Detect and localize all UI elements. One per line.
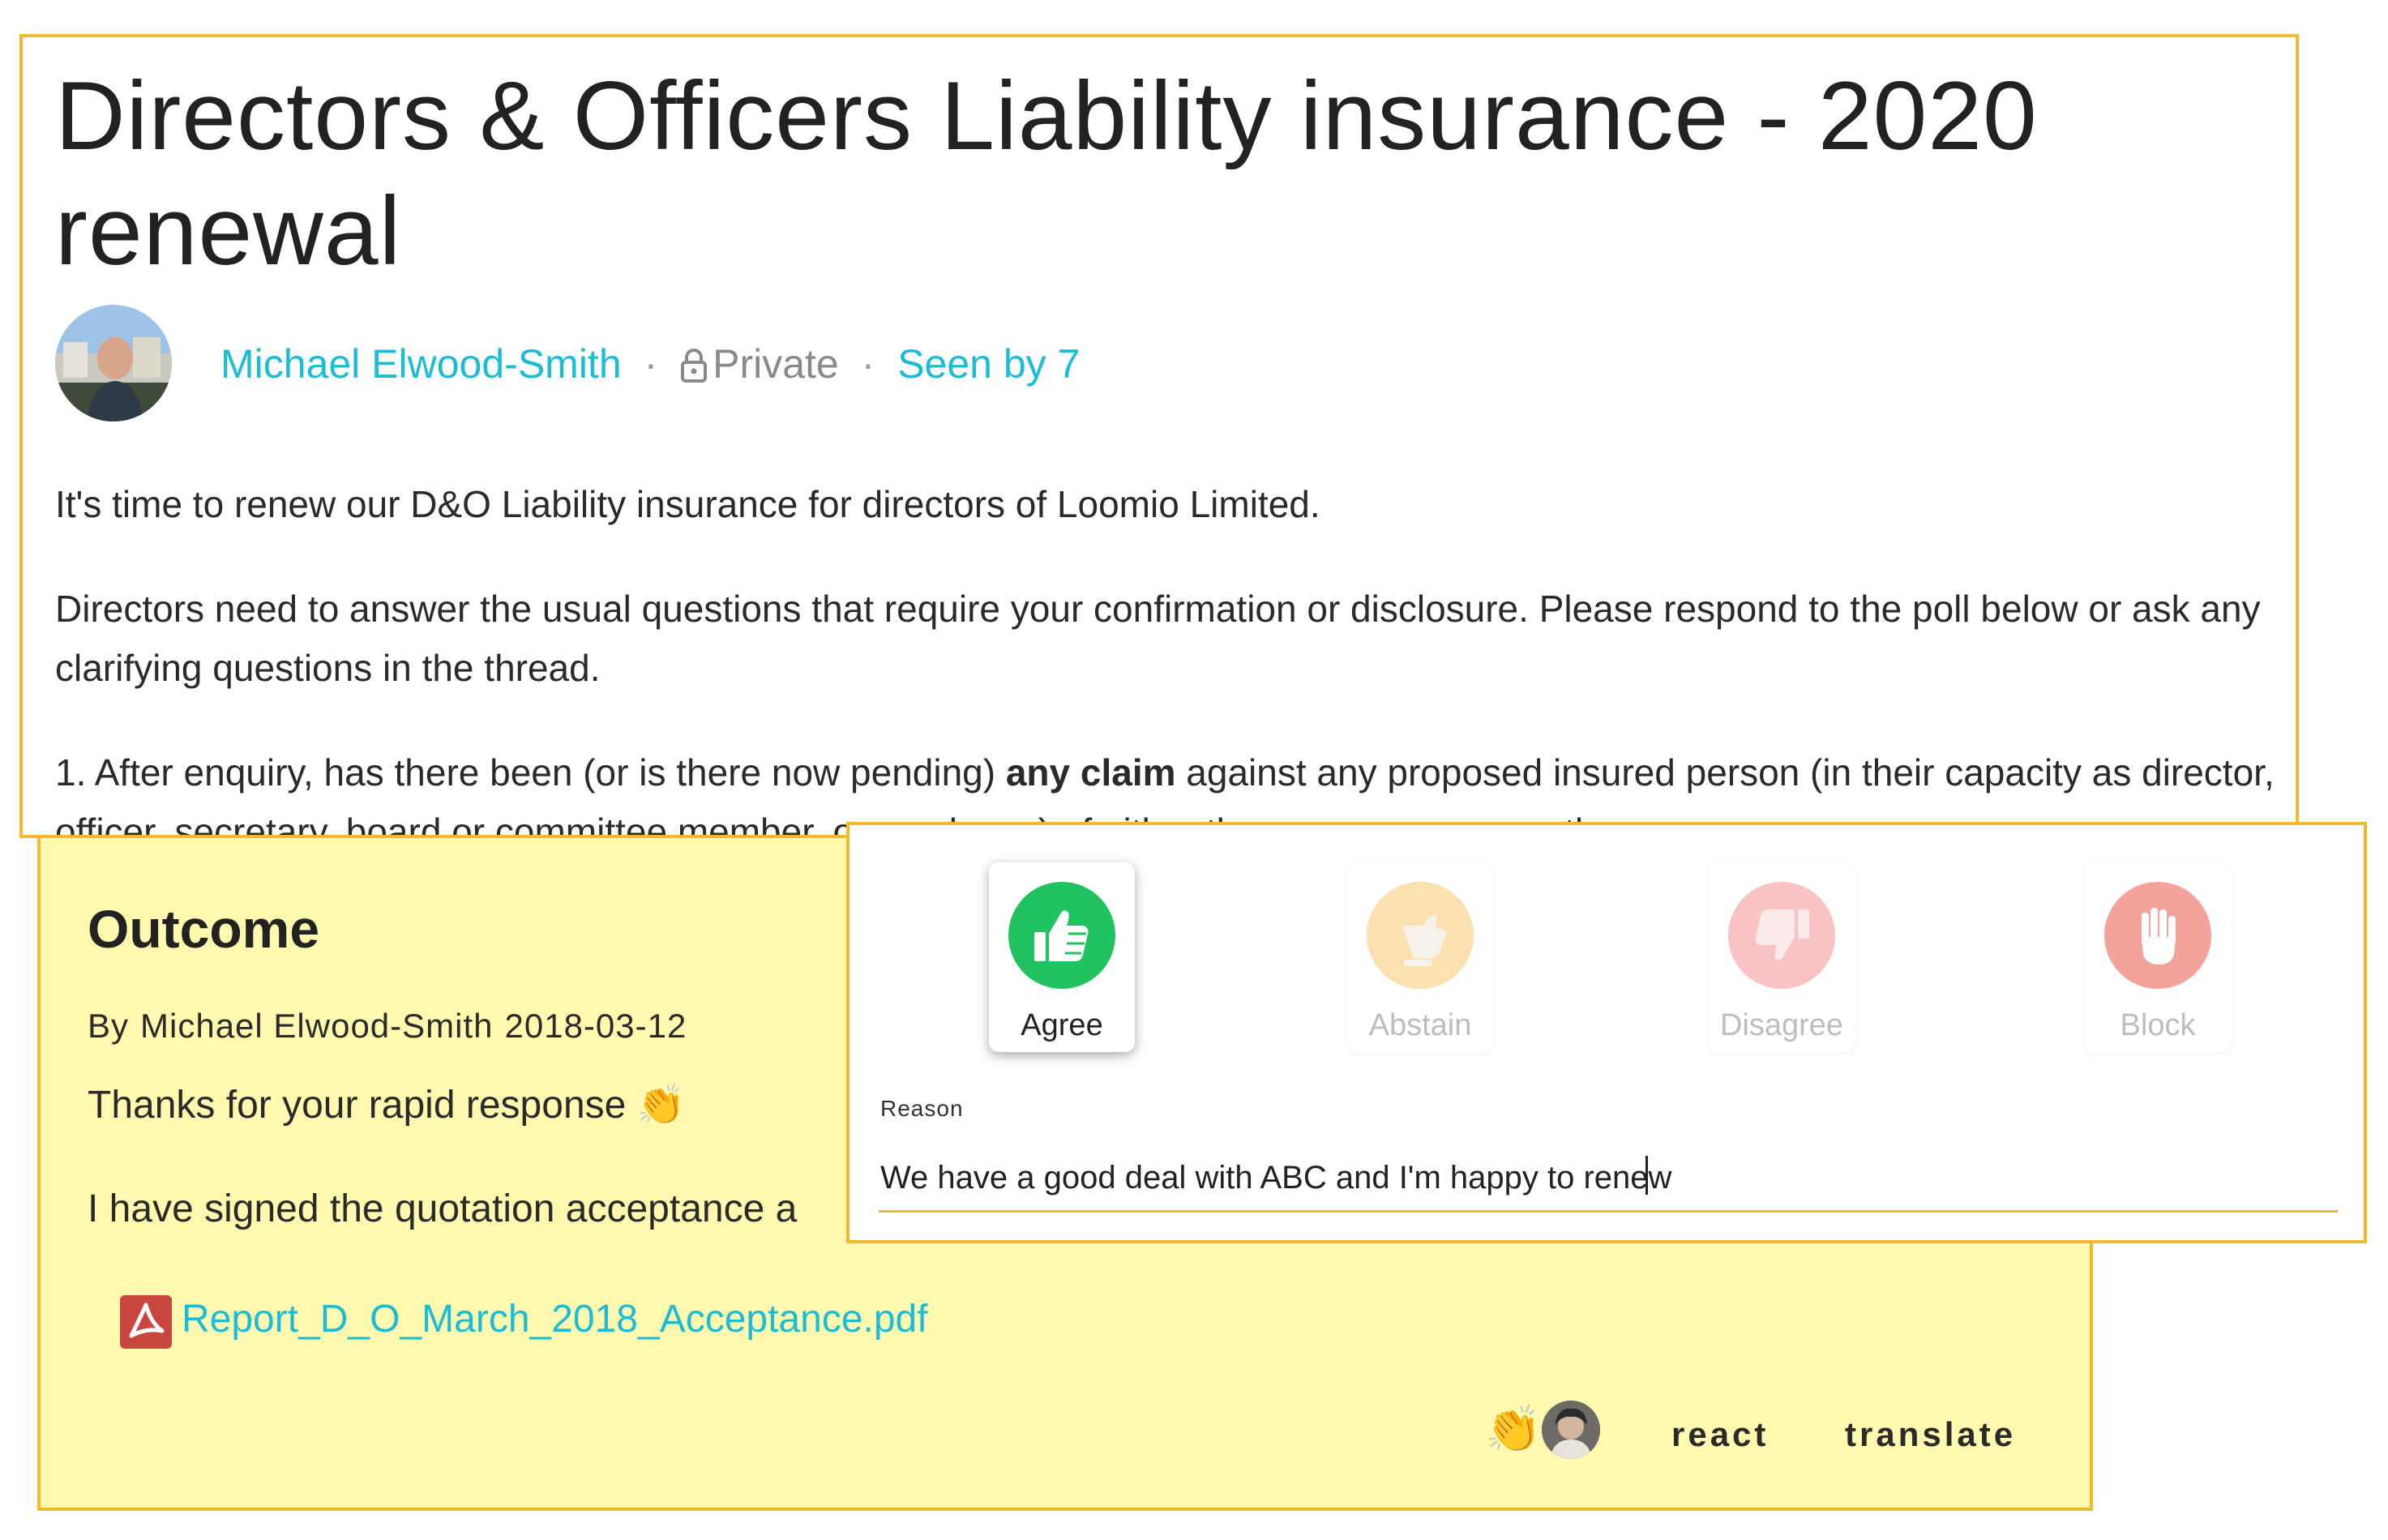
thread-title: Directors & Officers Liability insurance… (55, 62, 2038, 285)
vote-option-label: Block (2120, 1008, 2196, 1042)
thread-card: Directors & Officers Liability insurance… (19, 34, 2299, 838)
attachment-link[interactable]: Report_D_O_March_2018_Acceptance.pdf (182, 1297, 928, 1341)
vote-option-label: Abstain (1368, 1008, 1472, 1042)
vote-panel: Agree Abstain Disagree Block Reason We h… (846, 822, 2367, 1243)
reactor-avatar[interactable] (1542, 1401, 1600, 1459)
outcome-thanks: Thanks for your rapid response 👏 (88, 1081, 685, 1127)
seen-by-link[interactable]: Seen by 7 (897, 341, 1080, 387)
vote-option-disagree[interactable]: Disagree (1709, 862, 1855, 1052)
thread-meta-text: Michael Elwood-Smith · Private · Seen by… (220, 334, 1080, 399)
text-caret (1645, 1156, 1648, 1195)
outcome-date: 2018-03-12 (504, 1007, 687, 1045)
thumb-sideways-icon (1367, 882, 1474, 989)
lock-icon (680, 339, 708, 399)
vote-option-block[interactable]: Block (2085, 862, 2231, 1052)
outcome-author: Michael Elwood-Smith (140, 1007, 494, 1045)
paragraph-text: 1. After enquiry, has there been (or is … (55, 751, 1006, 794)
reason-input[interactable] (879, 1146, 2338, 1213)
react-button[interactable]: react (1671, 1415, 1769, 1454)
thumbs-up-icon (1008, 882, 1115, 989)
outcome-title: Outcome (88, 899, 320, 959)
thread-body: It's time to renew our D&O Liability ins… (55, 475, 2276, 835)
reactions[interactable]: 👏 (1485, 1401, 1628, 1461)
author-link[interactable]: Michael Elwood-Smith (220, 341, 622, 387)
vote-option-agree[interactable]: Agree (989, 862, 1135, 1052)
translate-button[interactable]: translate (1845, 1415, 2016, 1454)
vote-option-label: Agree (1021, 1008, 1103, 1042)
clapping-hands-icon: 👏 (636, 1084, 686, 1127)
thanks-text: Thanks for your rapid response (88, 1084, 627, 1127)
privacy-label: Private (713, 341, 839, 387)
paragraph-text: Directors need to answer the usual quest… (55, 588, 2261, 689)
paragraph: Directors need to answer the usual quest… (55, 580, 2276, 698)
author-avatar[interactable] (55, 305, 172, 421)
outcome-signed-text: I have signed the quotation acceptance a (88, 1187, 798, 1230)
clapping-hands-icon: 👏 (1485, 1403, 1542, 1454)
paragraph: It's time to renew our D&O Liability ins… (55, 483, 1320, 525)
reason-label: Reason (880, 1096, 964, 1121)
raised-hand-icon (2104, 882, 2211, 989)
outcome-byline: By Michael Elwood-Smith 2018-03-12 (88, 1007, 698, 1046)
pdf-icon (120, 1295, 172, 1349)
meta-separator: · (861, 341, 875, 387)
vote-option-abstain[interactable]: Abstain (1347, 862, 1493, 1052)
thread-meta: Michael Elwood-Smith · Private · Seen by… (55, 305, 2244, 426)
bold-text: any claim (1005, 751, 1176, 794)
vote-option-label: Disagree (1719, 1008, 1844, 1042)
thumbs-down-icon (1728, 882, 1835, 989)
meta-separator: · (644, 341, 658, 387)
by-prefix: By (88, 1007, 130, 1045)
